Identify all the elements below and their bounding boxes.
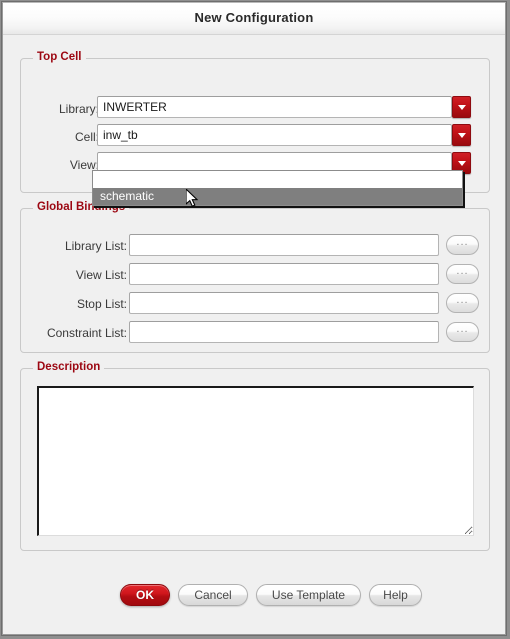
library-list-label: Library List: [64, 239, 127, 253]
library-dropdown-button[interactable] [452, 96, 471, 118]
dropdown-option-schematic[interactable]: schematic [93, 188, 462, 205]
description-legend: Description [33, 361, 105, 373]
use-template-button[interactable]: Use Template [256, 584, 361, 606]
help-button[interactable]: Help [369, 584, 422, 606]
stop-list-browse-button[interactable]: ... [446, 293, 479, 313]
global-bindings-group: Global Bindings Library List: ... View L… [20, 201, 490, 353]
constraint-list-label: Constraint List: [46, 326, 127, 340]
library-list-browse-button[interactable]: ... [446, 235, 479, 255]
stop-list-label: Stop List: [76, 297, 127, 311]
dialog-title: New Configuration [194, 10, 314, 25]
top-cell-legend: Top Cell [33, 51, 86, 63]
title-bar: New Configuration [3, 3, 505, 35]
library-label: Library: [58, 102, 99, 116]
cell-dropdown-button[interactable] [452, 124, 471, 146]
view-list-browse-button[interactable]: ... [446, 264, 479, 284]
description-textarea[interactable] [37, 386, 474, 536]
dropdown-option-empty[interactable] [93, 171, 462, 188]
library-list-input[interactable] [129, 234, 439, 256]
cell-label: Cell: [74, 130, 99, 144]
description-group: Description [20, 361, 490, 551]
stop-list-input[interactable] [129, 292, 439, 314]
view-list-input[interactable] [129, 263, 439, 285]
cancel-button[interactable]: Cancel [178, 584, 248, 606]
new-configuration-dialog: New Configuration Top Cell Library: Cell… [2, 2, 506, 635]
view-label: View: [69, 158, 99, 172]
view-list-label: View List: [75, 268, 127, 282]
ok-button[interactable]: OK [120, 584, 170, 606]
cell-combo-input[interactable] [97, 124, 452, 146]
chevron-down-icon [457, 105, 466, 110]
chevron-down-icon [457, 133, 466, 138]
constraint-list-browse-button[interactable]: ... [446, 322, 479, 342]
constraint-list-input[interactable] [129, 321, 439, 343]
chevron-down-icon [457, 161, 466, 166]
view-dropdown-popup[interactable]: schematic [92, 170, 463, 206]
library-combo-input[interactable] [97, 96, 452, 118]
